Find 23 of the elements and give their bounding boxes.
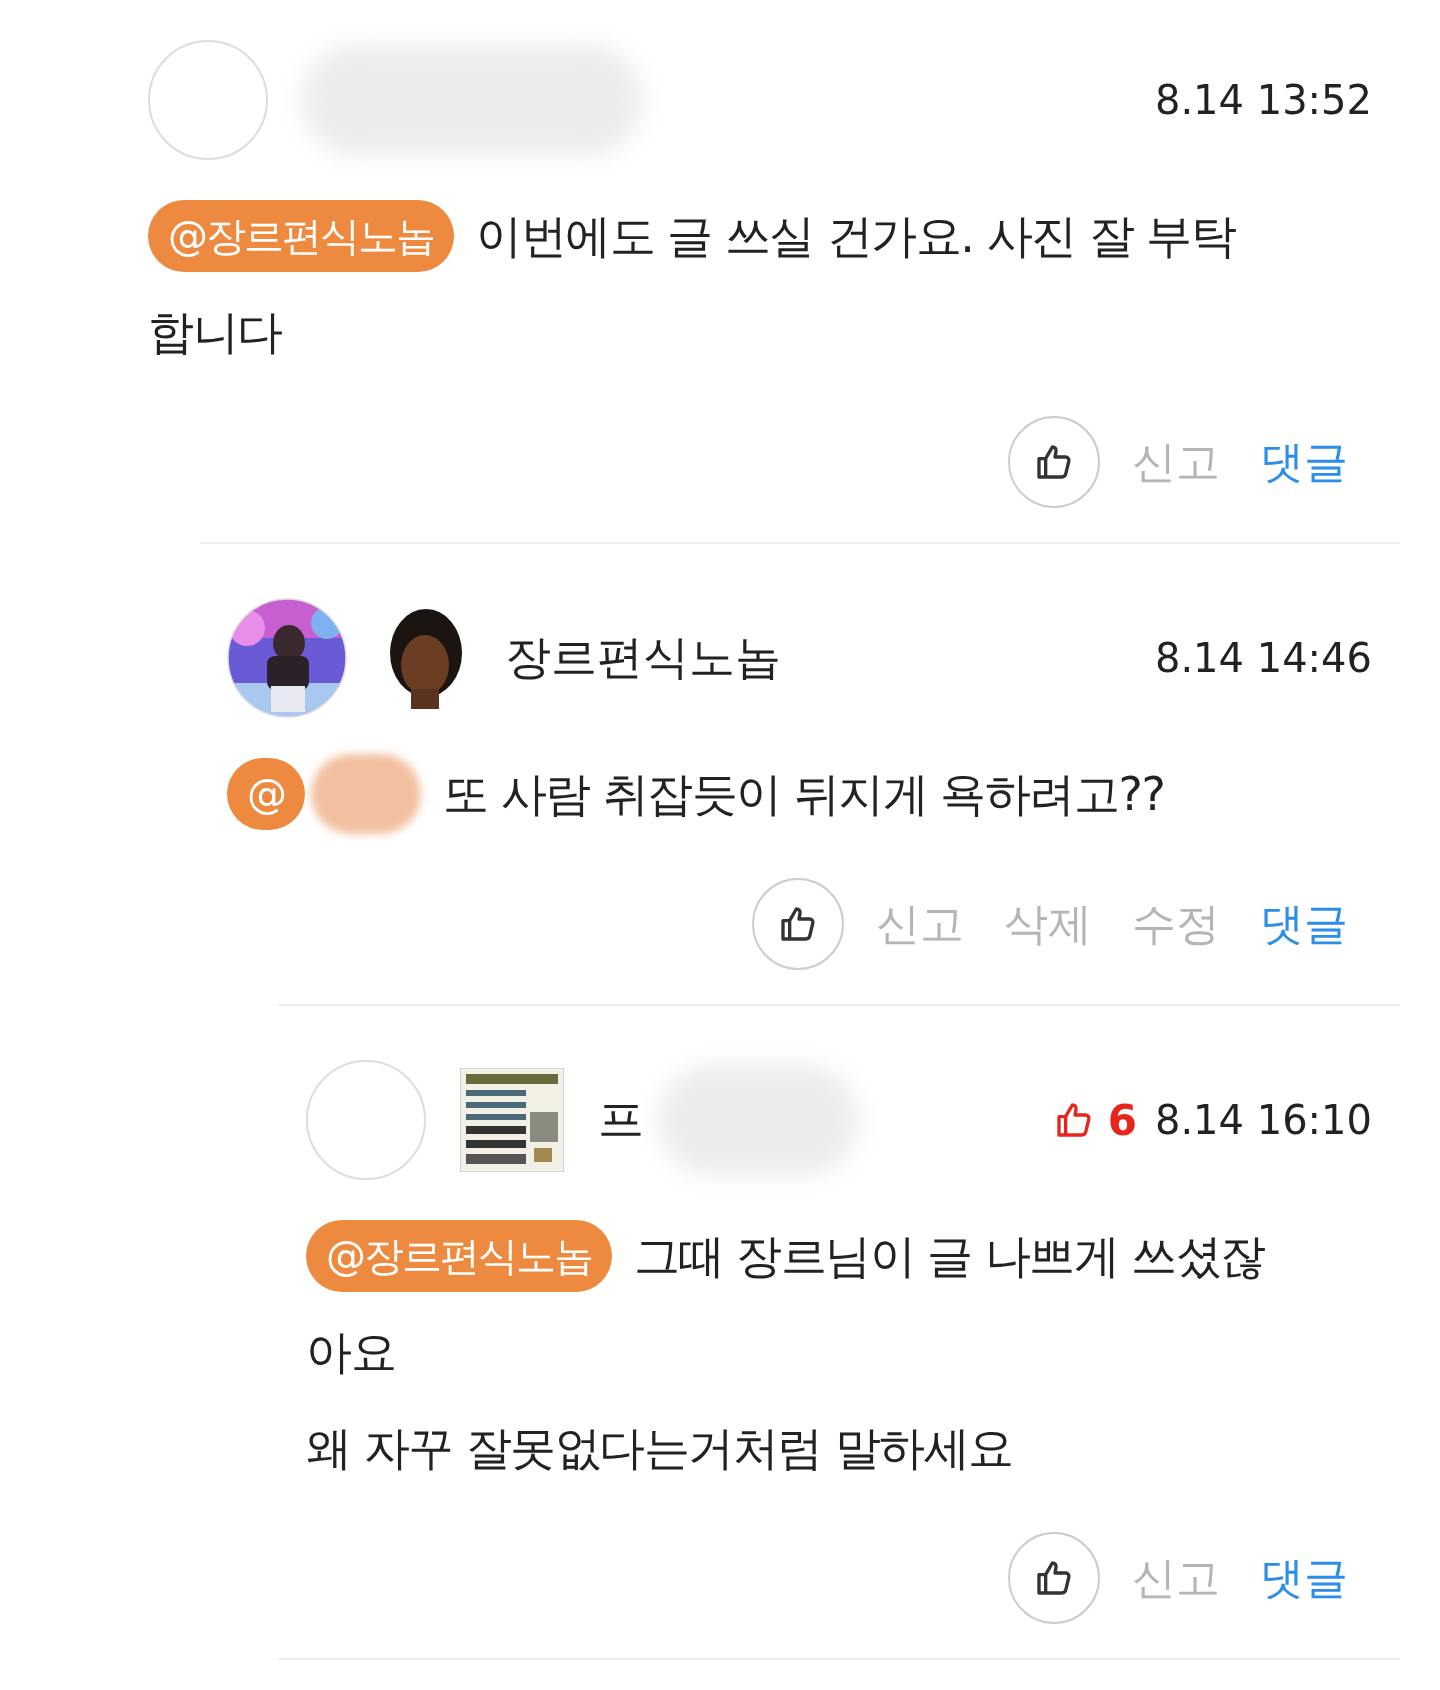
timestamp: 8.14 16:10 [1154,1097,1372,1143]
like-count: 6 [1107,1095,1137,1145]
mention-tag[interactable]: @ [227,758,305,830]
comment-text: 이번에도 글 쓰실 건가요. 사진 잘 부탁 [476,208,1236,265]
mention-tag[interactable]: @장르편식노놉 [306,1220,612,1292]
action-link[interactable]: 댓글 [1260,432,1348,492]
timestamp: 8.14 13:52 [1154,77,1372,123]
comment-text: 왜 자꾸 잘못없다는거처럼 말하세요 [306,1420,1013,1477]
comment-text: 아요 [306,1324,395,1381]
action-link[interactable]: 댓글 [1260,1548,1348,1608]
action-link[interactable]: 수정 [1132,894,1220,954]
mention-tag[interactable]: @장르편식노놉 [148,200,454,272]
comment-text: 또 사람 취잡듯이 뒤지게 욕하려고?? [443,766,1165,823]
action-link[interactable]: 삭제 [1004,894,1092,954]
action-link[interactable]: 신고 [1132,432,1220,492]
comment-text: 합니다 [148,304,282,361]
action-link[interactable]: 신고 [1132,1548,1220,1608]
author-name: 프 [598,1091,644,1148]
comment-text: 그때 장르님이 글 나쁘게 쓰셨잖 [634,1228,1265,1285]
timestamp: 8.14 14:46 [1154,635,1372,681]
action-link[interactable]: 댓글 [1260,894,1348,954]
author-name: 장르편식노놉 [505,629,781,686]
action-link[interactable]: 신고 [876,894,964,954]
